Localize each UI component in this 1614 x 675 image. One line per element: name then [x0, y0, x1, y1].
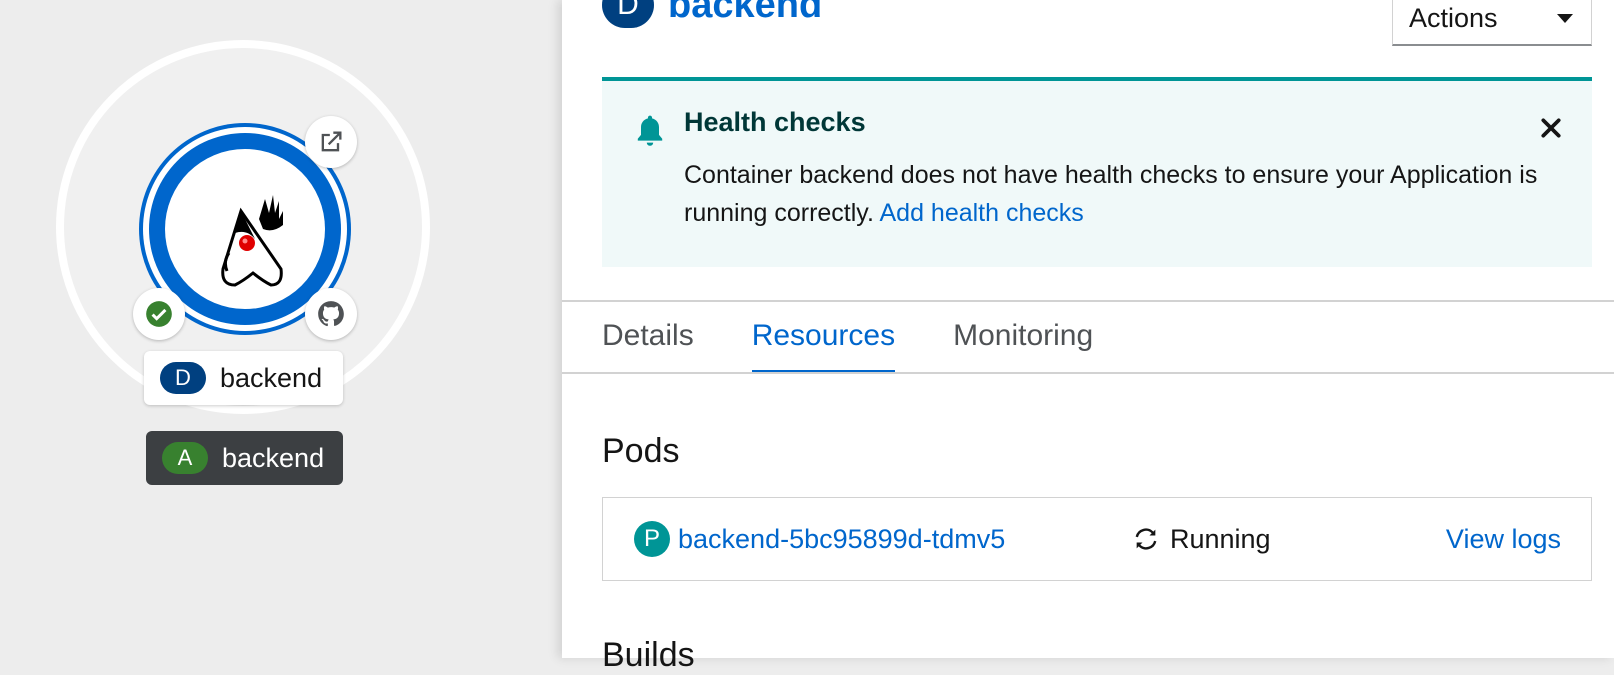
- deployment-badge: D: [160, 362, 206, 394]
- build-status-decorator[interactable]: [133, 288, 185, 340]
- node-core: [165, 149, 325, 309]
- application-badge: A: [162, 442, 208, 474]
- node-label-text: backend: [220, 362, 323, 393]
- panel-header: D backend: [602, 0, 822, 28]
- pod-status-text: Running: [1170, 523, 1271, 554]
- external-link-icon: [321, 131, 342, 152]
- github-icon: [318, 301, 344, 327]
- tab-resources[interactable]: Resources: [751, 302, 896, 374]
- view-logs-link[interactable]: View logs: [1446, 524, 1561, 555]
- close-icon[interactable]: [1540, 117, 1562, 139]
- pod-badge: P: [634, 521, 670, 557]
- caret-down-icon: [1557, 13, 1573, 23]
- alert-title: Health checks: [684, 107, 866, 137]
- alert-body: Container backend does not have health c…: [684, 156, 1544, 232]
- node-label[interactable]: D backend: [144, 351, 343, 405]
- pod-status: Running: [1132, 524, 1271, 555]
- open-url-decorator[interactable]: [305, 116, 357, 168]
- panel-title[interactable]: backend: [668, 0, 822, 27]
- bell-icon: [637, 115, 663, 146]
- java-duke-icon: [221, 195, 283, 287]
- pods-section-title: Pods: [602, 432, 680, 470]
- source-repo-decorator[interactable]: [305, 288, 357, 340]
- pod-row: P backend-5bc95899d-tdmv5 Running View l…: [602, 497, 1592, 581]
- add-health-checks-link[interactable]: Add health checks: [879, 199, 1083, 227]
- tabs-divider: [562, 372, 1614, 374]
- panel-tabs: Details Resources Monitoring: [602, 302, 1093, 374]
- topology-canvas[interactable]: D backend A backend: [0, 0, 562, 658]
- resource-side-panel: D backend Actions Health checks Containe…: [562, 0, 1614, 674]
- builds-section-title: Builds: [602, 636, 695, 674]
- tab-details[interactable]: Details: [602, 302, 694, 374]
- application-label-text: backend: [222, 442, 325, 473]
- actions-dropdown[interactable]: Actions: [1392, 0, 1592, 46]
- application-label[interactable]: A backend: [146, 431, 343, 485]
- deployment-badge: D: [602, 0, 654, 28]
- alert-message: Container backend does not have health c…: [684, 161, 1538, 227]
- actions-label: Actions: [1409, 2, 1498, 33]
- check-circle-icon: [146, 301, 172, 327]
- health-checks-alert: Health checks Container backend does not…: [602, 77, 1592, 267]
- sync-icon: [1135, 528, 1157, 550]
- tab-monitoring[interactable]: Monitoring: [953, 302, 1093, 374]
- pod-name-link[interactable]: backend-5bc95899d-tdmv5: [678, 524, 1132, 555]
